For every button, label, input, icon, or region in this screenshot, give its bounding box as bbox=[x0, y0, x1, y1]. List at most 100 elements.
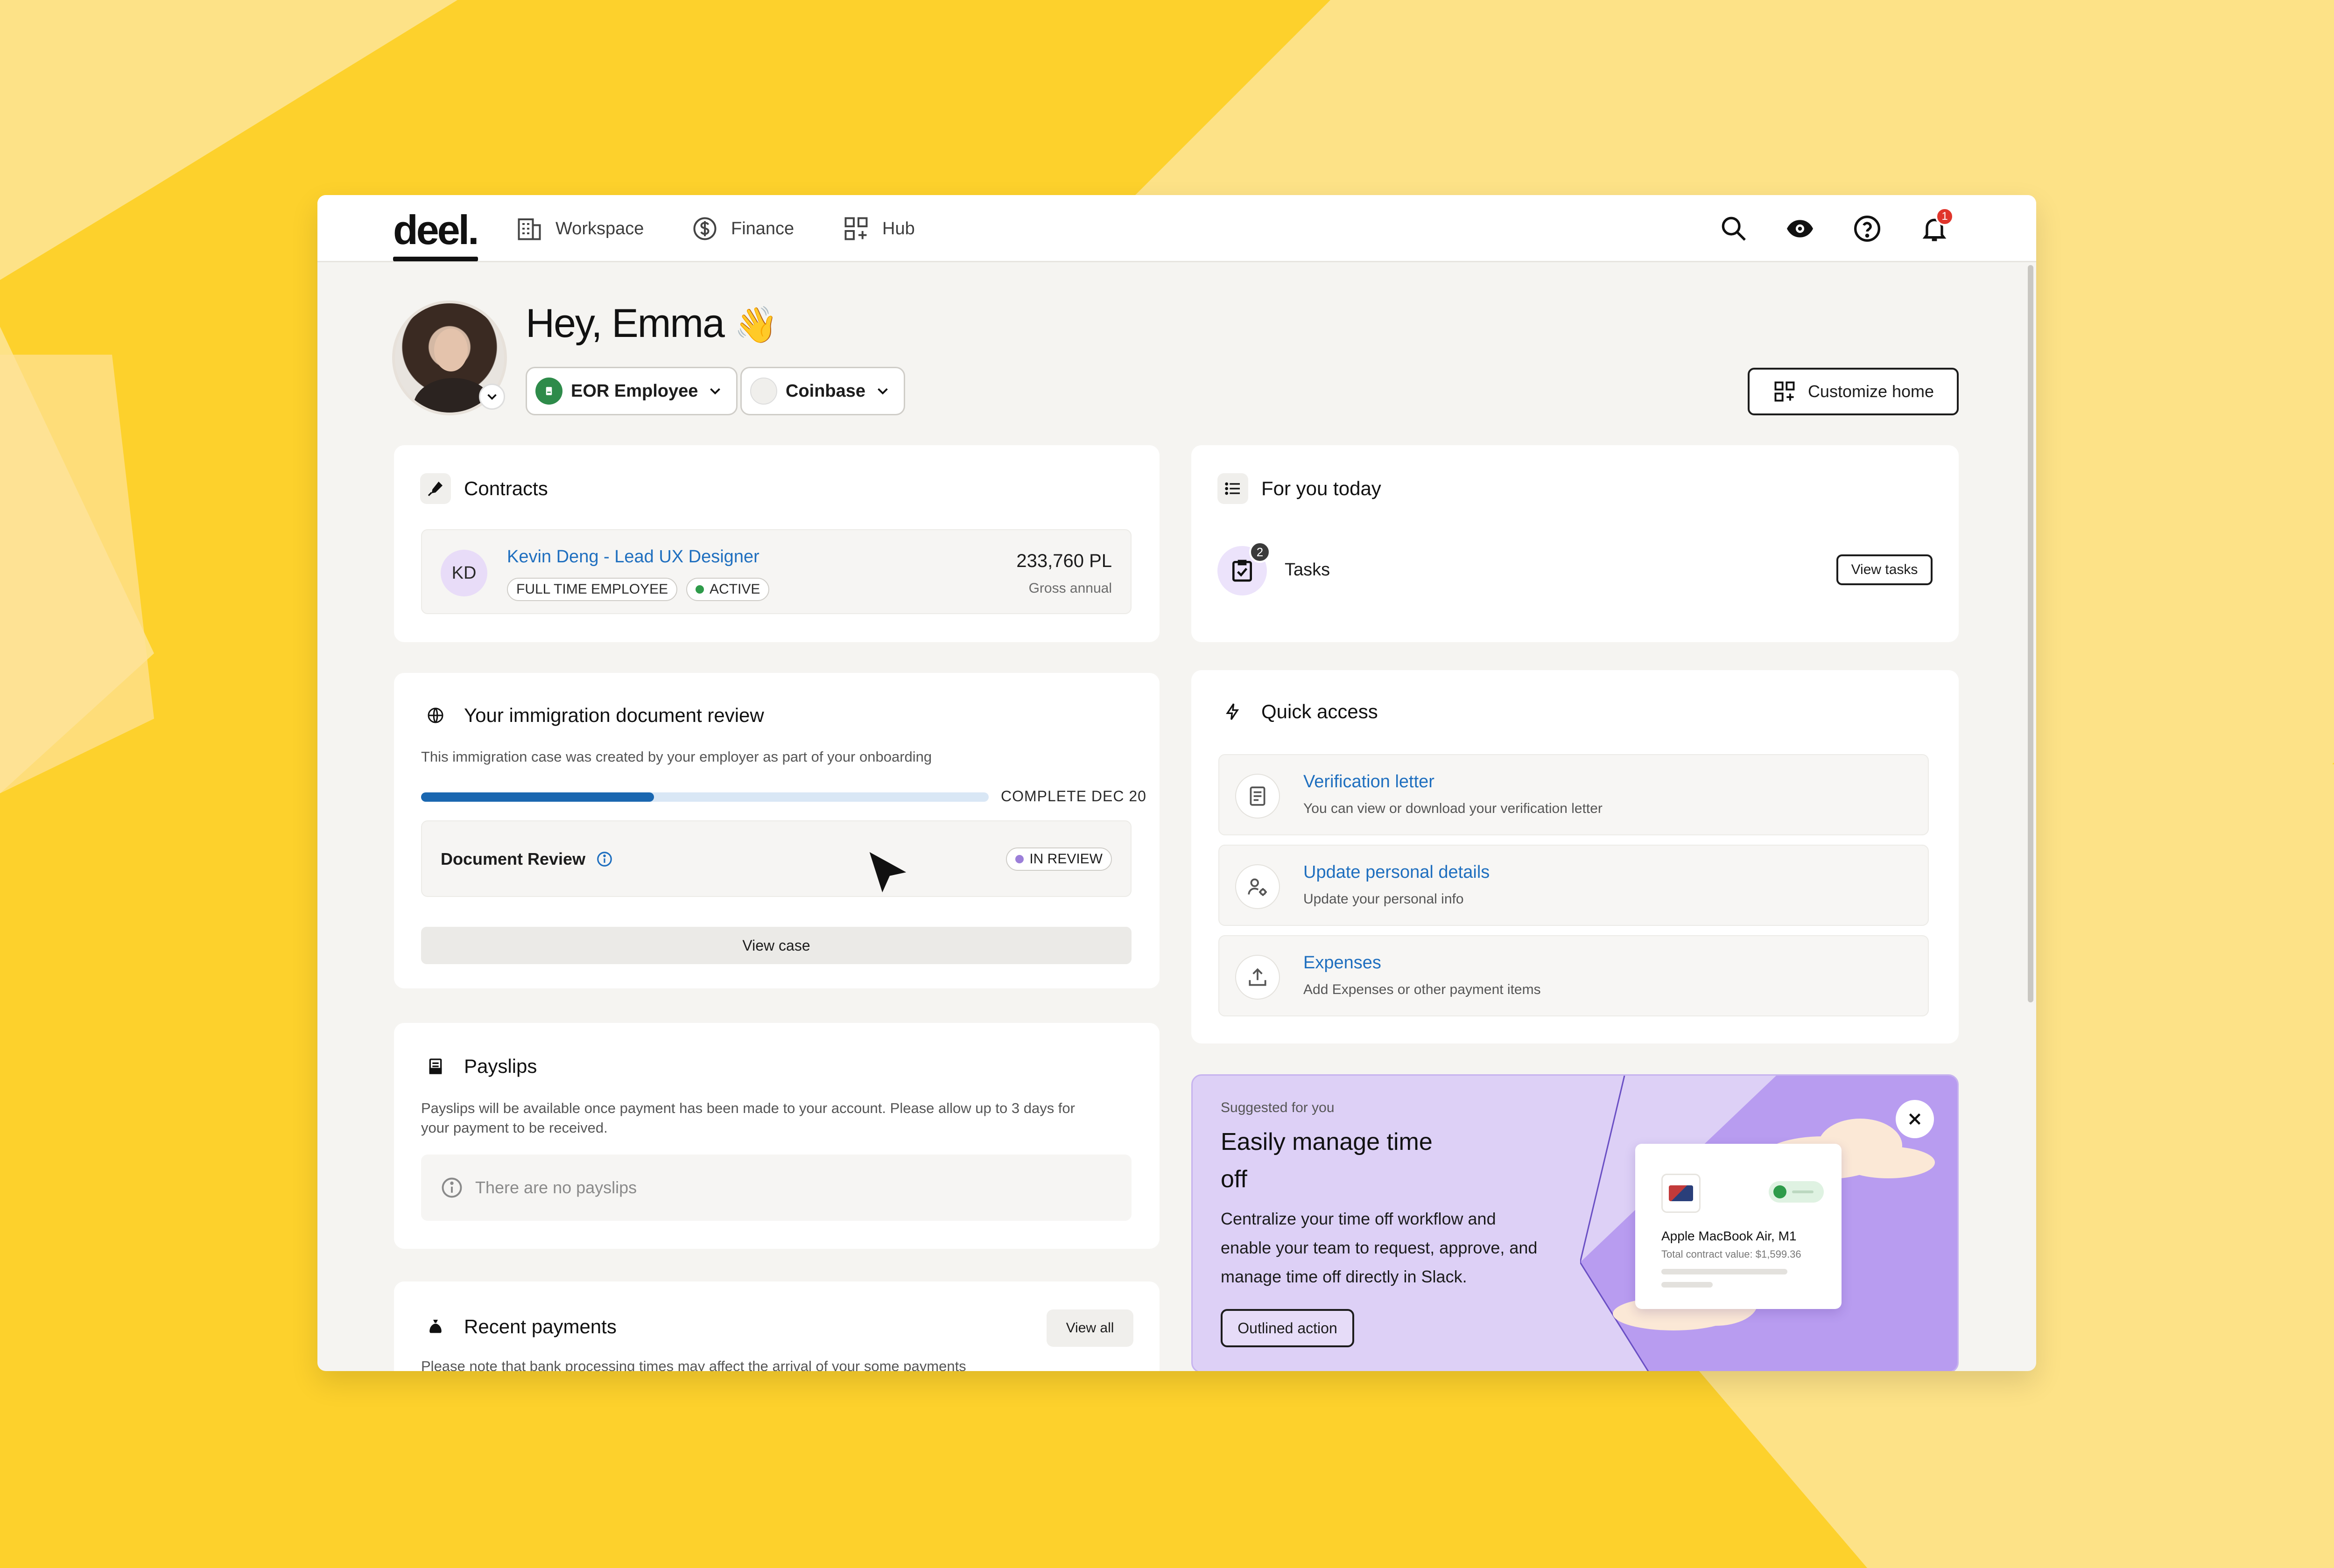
quick-access-title: Quick access bbox=[1261, 700, 1378, 722]
recent-payments-title: Recent payments bbox=[464, 1316, 617, 1337]
review-status-label: IN REVIEW bbox=[1029, 851, 1103, 867]
money-bag-icon bbox=[420, 1311, 451, 1342]
payslips-subtitle: Payslips will be available once payment … bbox=[421, 1100, 1075, 1136]
contract-avatar: KD bbox=[441, 550, 487, 596]
help-circle-icon bbox=[1854, 216, 1880, 242]
contract-name-link[interactable]: Kevin Deng - Lead UX Designer bbox=[507, 547, 759, 567]
for-you-today-card: For you today 2 Tasks View tasks bbox=[1191, 445, 1959, 642]
in-review-badge: IN REVIEW bbox=[1006, 847, 1112, 871]
chevron-down-icon bbox=[878, 388, 888, 395]
avatar-face bbox=[434, 329, 468, 371]
status-badge: ACTIVE bbox=[686, 578, 770, 601]
nav-hub-label: Hub bbox=[882, 218, 915, 238]
contracts-title: Contracts bbox=[464, 477, 548, 499]
payslips-empty-text: There are no payslips bbox=[475, 1178, 637, 1197]
view-tasks-button[interactable]: View tasks bbox=[1836, 554, 1933, 585]
company-logo-icon bbox=[750, 378, 777, 405]
suggested-title: Easily manage time off bbox=[1221, 1128, 1433, 1193]
quick-access-item-subtitle: Update your personal info bbox=[1303, 891, 1464, 907]
chevron-down-icon bbox=[710, 388, 721, 395]
receipt-icon bbox=[420, 1051, 451, 1082]
payslips-header: Payslips bbox=[420, 1051, 537, 1082]
lightning-icon bbox=[1217, 696, 1248, 727]
outlined-action-button[interactable]: Outlined action bbox=[1221, 1309, 1354, 1347]
laptop-thumbnail-icon bbox=[1661, 1174, 1701, 1213]
immigration-header: Your immigration document review bbox=[420, 700, 764, 731]
suggested-body: Centralize your time off workflow and en… bbox=[1221, 1209, 1538, 1286]
company-label: Coinbase bbox=[786, 381, 866, 401]
search-icon bbox=[1722, 217, 1746, 241]
pen-icon bbox=[420, 473, 451, 504]
quick-access-header: Quick access bbox=[1217, 696, 1378, 727]
nav-hub[interactable]: Hub bbox=[842, 214, 915, 244]
recent-payments-card: Recent payments View all Please note tha… bbox=[394, 1281, 1160, 1371]
nav-finance-label: Finance bbox=[731, 218, 794, 238]
progress-label: COMPLETE DEC 20 bbox=[1001, 788, 1146, 805]
document-review-label: Document Review bbox=[441, 849, 586, 868]
grid-plus-icon bbox=[1774, 381, 1795, 402]
close-icon bbox=[1909, 1113, 1921, 1125]
active-tab-indicator bbox=[393, 257, 478, 261]
quick-access-item-subtitle: You can view or download your verificati… bbox=[1303, 801, 1603, 816]
list-icon bbox=[1217, 473, 1248, 504]
deel-logo[interactable]: deel. bbox=[393, 206, 479, 254]
company-switcher[interactable]: Coinbase bbox=[740, 367, 906, 415]
search-button[interactable] bbox=[1717, 212, 1750, 245]
for-you-today-header: For you today bbox=[1217, 473, 1381, 504]
document-review-title: Document Review bbox=[441, 849, 613, 869]
preview-button[interactable] bbox=[1783, 212, 1817, 245]
placeholder-line bbox=[1661, 1282, 1713, 1288]
help-button[interactable] bbox=[1850, 212, 1884, 245]
eye-icon bbox=[1787, 220, 1813, 238]
grid-plus-icon bbox=[844, 217, 868, 240]
quick-access-item-title: Verification letter bbox=[1303, 772, 1434, 791]
immigration-progress-bar bbox=[421, 792, 989, 802]
document-icon bbox=[1235, 774, 1280, 819]
recent-payments-header: Recent payments bbox=[420, 1311, 617, 1342]
status-label: ACTIVE bbox=[710, 581, 760, 597]
upload-icon bbox=[1235, 955, 1280, 1000]
approved-toggle bbox=[1769, 1181, 1824, 1203]
chevron-down-icon bbox=[487, 394, 497, 400]
contract-row[interactable]: KD Kevin Deng - Lead UX Designer FULL TI… bbox=[421, 529, 1132, 614]
immigration-title: Your immigration document review bbox=[464, 704, 764, 726]
nav-finance[interactable]: Finance bbox=[691, 214, 794, 244]
avatar-menu-button[interactable] bbox=[479, 384, 505, 410]
view-case-button[interactable]: View case bbox=[421, 927, 1132, 964]
for-you-today-title: For you today bbox=[1261, 477, 1381, 499]
user-settings-icon bbox=[1235, 864, 1280, 909]
document-review-row[interactable]: Document Review IN REVIEW bbox=[421, 820, 1132, 897]
nav-workspace[interactable]: Workspace bbox=[515, 214, 644, 244]
notification-badge: 1 bbox=[1935, 207, 1954, 226]
device-name: Apple MacBook Air, M1 bbox=[1661, 1229, 1797, 1243]
quick-access-update-personal-details[interactable]: Update personal details Update your pers… bbox=[1218, 845, 1929, 926]
tasks-count-badge: 2 bbox=[1249, 541, 1271, 563]
payslips-title: Payslips bbox=[464, 1055, 537, 1077]
close-button[interactable] bbox=[1896, 1100, 1934, 1138]
building-icon bbox=[518, 218, 541, 240]
quick-access-expenses[interactable]: Expenses Add Expenses or other payment i… bbox=[1218, 935, 1929, 1016]
role-switcher[interactable]: EOR Employee bbox=[526, 367, 738, 415]
quick-access-verification-letter[interactable]: Verification letter You can view or down… bbox=[1218, 754, 1929, 835]
immigration-subtitle: This immigration case was created by you… bbox=[421, 749, 932, 765]
contract-type-label: FULL TIME EMPLOYEE bbox=[516, 581, 668, 597]
immigration-card: Your immigration document review This im… bbox=[394, 673, 1160, 988]
eor-badge-icon bbox=[535, 378, 562, 405]
payslips-card: Payslips Payslips will be available once… bbox=[394, 1023, 1160, 1249]
info-icon[interactable] bbox=[596, 850, 613, 868]
customize-home-label: Customize home bbox=[1807, 382, 1934, 401]
contract-amount: 233,760 PL bbox=[1016, 551, 1112, 571]
review-dot-icon bbox=[1015, 855, 1024, 863]
customize-home-button[interactable]: Customize home bbox=[1748, 368, 1959, 415]
view-all-button[interactable]: View all bbox=[1047, 1309, 1133, 1347]
recent-payments-subtitle: Please note that bank processing times m… bbox=[421, 1358, 966, 1371]
quick-access-item-title: Update personal details bbox=[1303, 862, 1490, 882]
device-value: Total contract value: $1,599.36 bbox=[1661, 1248, 1801, 1260]
app-window: deel. Workspace Finance Hub 1 Hey, Emma … bbox=[317, 195, 2036, 1371]
placeholder-line bbox=[1661, 1269, 1787, 1274]
scrollbar[interactable] bbox=[2028, 265, 2033, 1002]
greeting-text: Hey, Emma bbox=[526, 301, 725, 346]
tasks-label: Tasks bbox=[1285, 560, 1330, 580]
notifications-button[interactable]: 1 bbox=[1918, 207, 1954, 245]
mouse-cursor-icon bbox=[869, 852, 907, 893]
